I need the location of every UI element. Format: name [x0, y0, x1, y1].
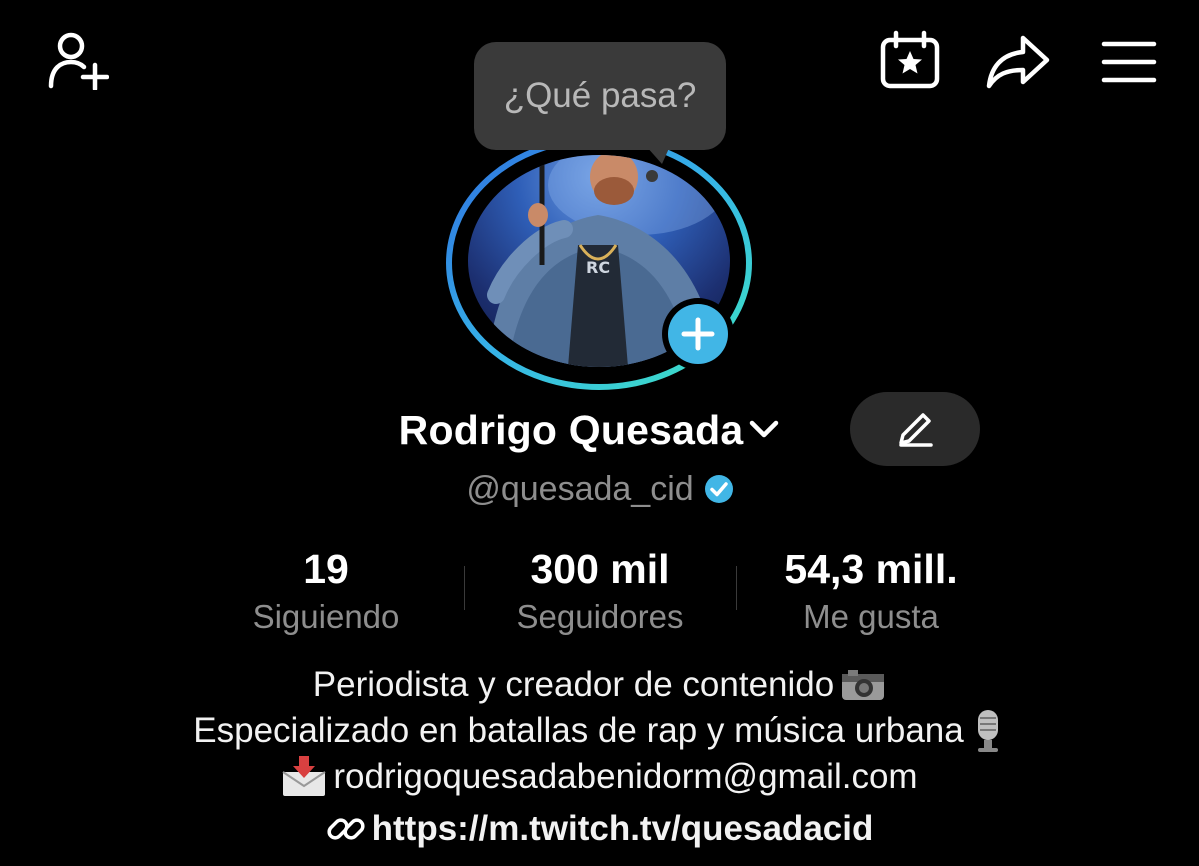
bio-line-3: rodrigoquesadabenidorm@gmail.com [0, 754, 1199, 800]
person-plus-icon [48, 32, 109, 90]
bio-text-2: Especializado en batallas de rap y músic… [193, 711, 964, 750]
profile-link-text: https://m.twitch.tv/quesadacid [371, 809, 874, 848]
status-bubble[interactable]: ¿Qué pasa? [474, 42, 726, 150]
svg-text:RC: RC [586, 258, 610, 277]
link-icon [327, 818, 365, 840]
add-story-button[interactable] [662, 298, 734, 370]
bio-email[interactable]: rodrigoquesadabenidorm@gmail.com [333, 754, 917, 800]
hamburger-menu-icon [1101, 41, 1157, 83]
edit-profile-button[interactable] [850, 392, 980, 466]
stat-followers-label: Seguidores [516, 598, 684, 635]
account-switcher[interactable]: Rodrigo Quesada [360, 398, 820, 462]
calendar-star-icon [880, 30, 940, 89]
stat-following-label: Siguiendo [252, 598, 400, 635]
verified-badge-icon [704, 475, 733, 503]
stat-followers[interactable]: 300 mil Seguidores [480, 544, 720, 640]
stat-followers-value: 300 mil [530, 546, 670, 592]
stat-following[interactable]: 19 Siguiendo [206, 544, 446, 640]
camera-icon [842, 670, 885, 700]
share-arrow-icon [986, 35, 1050, 89]
bio-line-1: Periodista y creador de contenido [0, 662, 1199, 708]
stat-likes-value: 54,3 mill. [784, 546, 958, 592]
profile-link[interactable]: https://m.twitch.tv/quesadacid [0, 806, 1199, 852]
chevron-down-icon [750, 420, 779, 438]
profile-name: Rodrigo Quesada [398, 406, 744, 453]
pencil-icon [899, 413, 933, 447]
bio-text-1: Periodista y creador de contenido [312, 665, 835, 704]
inbox-tray-icon [282, 756, 326, 796]
profile-handle: @quesada_cid [466, 469, 694, 508]
stat-likes-label: Me gusta [803, 598, 939, 635]
plus-icon [681, 317, 715, 351]
menu-button[interactable] [1096, 30, 1162, 94]
handle-row: @quesada_cid [380, 464, 820, 514]
status-bubble-tail [646, 146, 670, 182]
status-bubble-text: ¿Qué pasa? [503, 76, 697, 115]
share-button[interactable] [982, 30, 1054, 94]
microphone-icon [977, 710, 998, 752]
stat-divider [736, 566, 737, 610]
stat-likes[interactable]: 54,3 mill. Me gusta [751, 544, 991, 640]
stat-divider [464, 566, 465, 610]
calendar-button[interactable] [876, 28, 944, 92]
bio-line-2: Especializado en batallas de rap y músic… [0, 708, 1199, 754]
add-friend-button[interactable] [40, 28, 112, 92]
stat-following-value: 19 [303, 546, 349, 592]
